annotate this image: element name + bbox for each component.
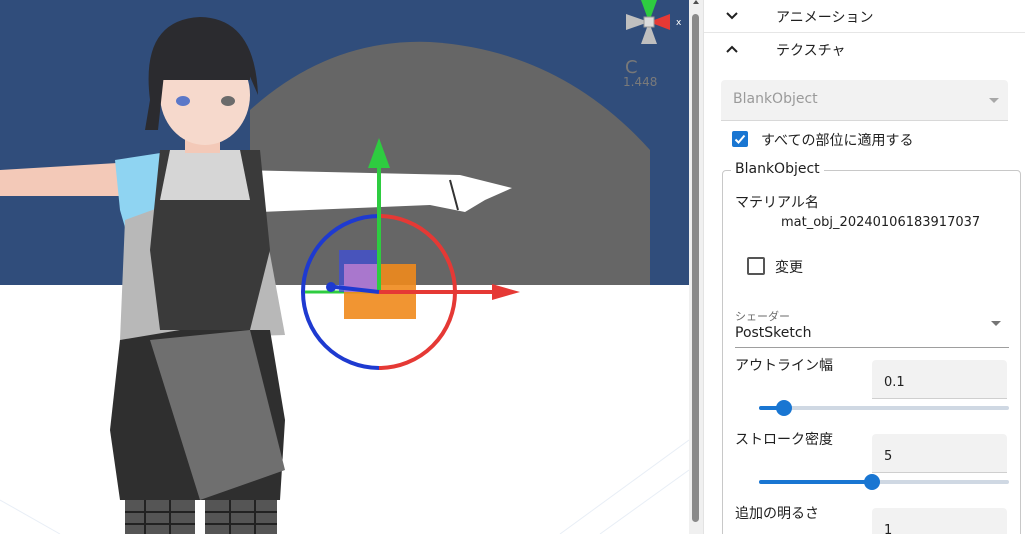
z-axis-handle[interactable] (326, 282, 336, 292)
stroke-density-slider-fill (759, 480, 872, 484)
scroll-up-arrow-icon[interactable] (693, 0, 699, 4)
shader-field-label: シェーダー (735, 310, 790, 323)
material-group-legend: BlankObject (731, 161, 824, 177)
scene-canvas[interactable]: x (0, 0, 689, 534)
extra-brightness-input[interactable]: 1 (872, 508, 1007, 534)
outline-width-slider-thumb[interactable] (776, 400, 792, 416)
extra-brightness-value: 1 (884, 523, 893, 534)
object-select-value: BlankObject (733, 91, 818, 107)
gizmo-center-cube[interactable] (643, 16, 655, 28)
apply-all-checkbox[interactable] (732, 131, 748, 147)
gizmo-x-label: x (676, 18, 682, 28)
outline-width-input[interactable]: 0.1 (872, 360, 1007, 399)
shader-select-value[interactable]: PostSketch (735, 325, 811, 341)
extra-brightness-label: 追加の明るさ (735, 506, 819, 522)
outline-width-label: アウトライン幅 (735, 358, 833, 374)
change-checkbox[interactable] (747, 257, 765, 275)
material-name-value: mat_obj_20240106183917037 (781, 215, 981, 230)
texture-section-title: テクスチャ (776, 43, 846, 59)
chevron-down-icon[interactable] (724, 8, 740, 24)
texture-section-header[interactable]: テクスチャ (704, 33, 1025, 65)
outline-width-value: 0.1 (884, 375, 905, 390)
zoom-level-label: 1.448 (623, 75, 658, 89)
animation-section-title: アニメーション (776, 10, 874, 26)
stroke-density-label: ストローク密度 (735, 432, 833, 448)
shader-dropdown-caret-icon[interactable] (991, 321, 1001, 326)
stroke-density-slider[interactable] (759, 474, 1009, 490)
3d-viewport[interactable]: x C 1.448 (0, 0, 689, 534)
chevron-up-icon[interactable] (724, 41, 740, 57)
floor-plane (0, 285, 689, 534)
change-label: 変更 (775, 260, 803, 276)
stroke-density-value: 5 (884, 449, 893, 464)
object-select[interactable]: BlankObject (721, 80, 1008, 121)
material-name-label: マテリアル名 (735, 195, 819, 211)
stroke-density-slider-thumb[interactable] (863, 474, 880, 490)
apply-all-label: すべての部位に適用する (761, 133, 914, 149)
stroke-density-input[interactable]: 5 (872, 434, 1007, 473)
outline-width-slider[interactable] (759, 400, 1009, 416)
dropdown-caret-icon (989, 98, 999, 103)
properties-panel: アニメーション テクスチャ BlankObject すべての部位に適用する Bl… (703, 0, 1025, 534)
scrollbar-thumb[interactable] (692, 14, 699, 522)
shader-select-underline (735, 347, 1009, 348)
viewport-scrollbar[interactable] (689, 0, 703, 534)
check-icon (734, 134, 746, 144)
animation-section-header[interactable]: アニメーション (704, 0, 1025, 32)
